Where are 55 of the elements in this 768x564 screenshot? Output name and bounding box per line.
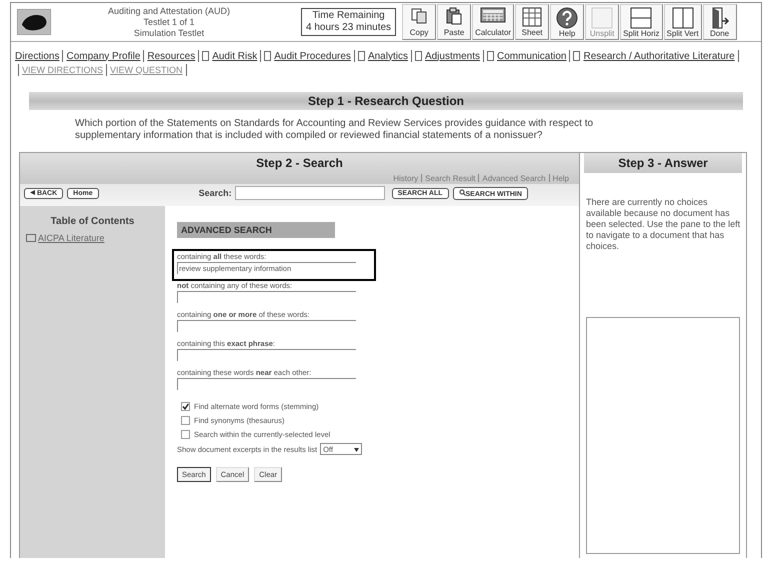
spreadsheet-icon — [522, 7, 542, 27]
logo-icon — [17, 9, 51, 35]
toolbar-button[interactable]: Split Horiz — [620, 4, 663, 40]
arrow-left-icon — [30, 190, 35, 196]
split-vertical-icon — [672, 7, 694, 29]
toolbar-button[interactable]: Split Vert — [664, 4, 702, 40]
task-status-icon — [264, 51, 272, 61]
toolbar-button: Unsplit — [585, 4, 620, 40]
nav-tab-link[interactable]: Communication — [496, 50, 566, 62]
checkbox[interactable] — [181, 416, 190, 425]
nav-tab-link[interactable]: Audit Procedures — [274, 50, 351, 62]
toc-title: Table of Contents — [50, 216, 136, 227]
step-title-bar: Step 3 - Answer — [584, 153, 742, 173]
nav-tab-link[interactable]: Company Profile — [66, 50, 140, 62]
copy-icon — [410, 7, 428, 25]
toolbar-button[interactable]: Done — [702, 4, 737, 40]
nav-tab-link[interactable]: Adjustments — [424, 50, 480, 62]
nav-tab-link[interactable]: Audit Risk — [212, 50, 258, 62]
toolbar-button[interactable]: Sheet — [515, 4, 550, 40]
task-status-icon — [573, 51, 580, 61]
split-horizontal-icon — [630, 7, 652, 29]
blank-square-icon — [591, 7, 614, 29]
task-status-icon — [202, 51, 210, 61]
checkbox[interactable] — [181, 402, 190, 411]
question-text: Which portion of the Statements on Standards for Accounting and Review Services provides guidance with respect to supplementary information that is included with compiled or reviewed financial statements of a nonissuer? — [74, 117, 594, 143]
book-icon — [26, 234, 36, 242]
header-title-line: Testlet 1 of 1 — [142, 16, 196, 28]
toolbar-button[interactable]: Copy — [402, 4, 436, 40]
task-status-icon — [486, 51, 494, 61]
time-remaining-box: Time Remaining 4 hours 23 minutes — [301, 8, 396, 36]
help-icon — [556, 7, 578, 29]
exit-door-icon — [710, 7, 730, 29]
toolbar-button[interactable]: Help — [550, 4, 584, 40]
magnifier-icon — [458, 190, 466, 198]
section-heading: ADVANCED SEARCH — [177, 222, 335, 238]
step-title-bar: Step 1 - Research Question — [29, 92, 743, 110]
task-status-icon — [414, 51, 422, 61]
nav-tab-link[interactable]: Analytics — [368, 50, 408, 62]
nav-tab-link[interactable]: Resources — [147, 50, 196, 62]
task-status-icon — [358, 51, 365, 61]
clipboard-icon — [445, 7, 464, 25]
calculator-icon — [480, 7, 506, 23]
answer-message: There are currently no choices available because no document has been selected. Use the pane to the left to navigate to a document that has choices. — [585, 196, 742, 253]
header-title-line: Simulation Testlet — [132, 28, 206, 38]
view-link[interactable]: VIEW DIRECTIONS — [22, 65, 104, 75]
toc-link[interactable]: AICPA Literature — [38, 233, 104, 243]
toolbar-button[interactable]: Calculator — [472, 4, 514, 40]
nav-tab-link[interactable]: Directions — [15, 50, 60, 62]
search-label: Search: — [198, 188, 232, 198]
nav-tab-link[interactable]: Research / Authoritative Literature — [583, 50, 735, 62]
checkbox[interactable] — [181, 430, 190, 439]
search-field[interactable] — [234, 186, 385, 200]
header-title-line: Auditing and Attestation (AUD) — [106, 6, 232, 16]
view-link[interactable]: VIEW QUESTION — [110, 65, 183, 75]
toolbar-button[interactable]: Paste — [437, 4, 472, 40]
